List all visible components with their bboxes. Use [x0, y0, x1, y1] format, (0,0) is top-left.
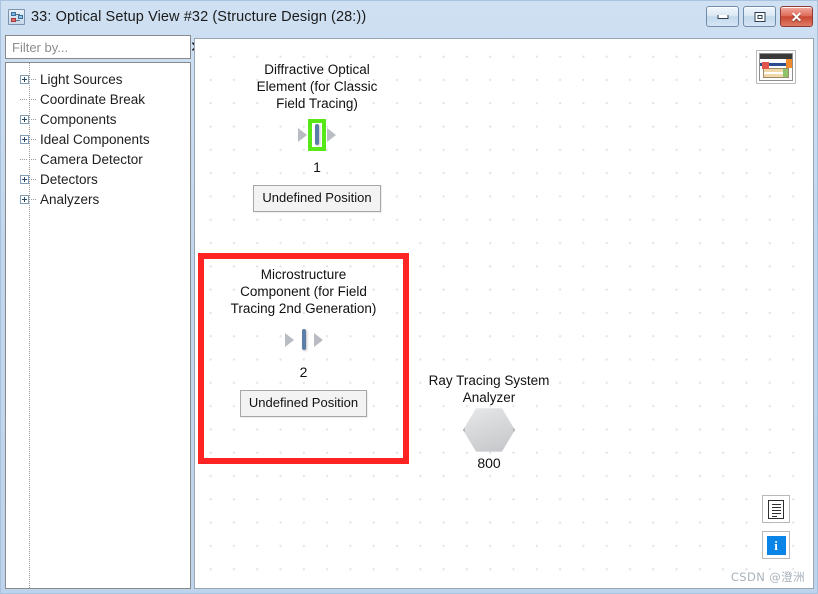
- tree-item-label: Camera Detector: [40, 151, 143, 167]
- node-1-component-box[interactable]: [315, 124, 319, 145]
- expand-plus-icon[interactable]: [20, 74, 29, 84]
- minimize-icon: [717, 14, 728, 19]
- watermark: CSDN @澄洲: [730, 570, 805, 584]
- node-1-shape-row: [217, 112, 417, 158]
- restore-icon: [754, 11, 765, 22]
- node-1-title: Diffractive Optical Element (for Classic…: [256, 62, 378, 111]
- tree-item-ideal-components[interactable]: Ideal Components: [6, 129, 190, 149]
- window-controls: ✕: [706, 6, 813, 27]
- tree-leaf-icon: [20, 95, 29, 104]
- input-port-icon[interactable]: [298, 128, 307, 142]
- window-title: 33: Optical Setup View #32 (Structure De…: [31, 8, 367, 25]
- tree-item-coordinate-break[interactable]: Coordinate Break: [6, 89, 190, 109]
- document-glyph: [768, 499, 784, 519]
- node-1-selection-highlight: [308, 119, 326, 151]
- window-frame: 33: Optical Setup View #32 (Structure De…: [0, 0, 818, 594]
- expand-plus-icon[interactable]: [20, 134, 29, 144]
- tree-item-components[interactable]: Components: [6, 109, 190, 129]
- minimize-button[interactable]: [706, 6, 739, 27]
- node-1-number: 1: [313, 159, 321, 175]
- tree-item-analyzers[interactable]: Analyzers: [6, 189, 190, 209]
- tree-branch-line: [31, 158, 37, 160]
- tree-item-camera-detector[interactable]: Camera Detector: [6, 149, 190, 169]
- analyzer-hexagon[interactable]: [463, 408, 515, 452]
- table-view-icon[interactable]: [756, 50, 796, 84]
- node-800[interactable]: Ray Tracing System Analyzer 800: [399, 372, 579, 471]
- tree-branch-line: [31, 138, 37, 140]
- node-2[interactable]: Microstructure Component (for Field Trac…: [202, 266, 405, 417]
- document-icon[interactable]: [762, 495, 790, 523]
- tree-branch-line: [31, 198, 37, 200]
- tree-item-detectors[interactable]: Detectors: [6, 169, 190, 189]
- title-bar: 33: Optical Setup View #32 (Structure De…: [1, 1, 818, 32]
- tree-leaf-icon: [20, 155, 29, 164]
- node-2-shape-row: [202, 317, 405, 363]
- node-2-title: Microstructure Component (for Field Trac…: [230, 267, 377, 316]
- expand-plus-icon[interactable]: [20, 114, 29, 124]
- info-icon[interactable]: i: [762, 531, 790, 559]
- close-icon: ✕: [790, 8, 803, 25]
- optical-setup-icon: [8, 8, 25, 25]
- table-view-glyph: [759, 53, 793, 81]
- node-2-box-wrap: [299, 328, 309, 352]
- expand-plus-icon[interactable]: [20, 174, 29, 184]
- node-1-position-label[interactable]: Undefined Position: [253, 185, 381, 212]
- expand-plus-icon[interactable]: [20, 194, 29, 204]
- maximize-button[interactable]: [743, 6, 776, 27]
- node-2-component-box[interactable]: [301, 329, 306, 350]
- tree-item-light-sources[interactable]: Light Sources: [6, 69, 190, 89]
- filter-row: ✕: [5, 35, 203, 59]
- optical-setup-window: 33: Optical Setup View #32 (Structure De…: [0, 0, 818, 594]
- tree-item-label: Analyzers: [40, 191, 100, 207]
- tree-branch-line: [31, 178, 37, 180]
- node-800-title: Ray Tracing System Analyzer: [428, 373, 550, 405]
- catalog-panel: ✕ Light Sources Coordinate Break: [5, 35, 203, 589]
- tree-branch-line: [31, 78, 37, 80]
- catalog-tree: Light Sources Coordinate Break Component…: [5, 62, 191, 589]
- input-port-icon[interactable]: [284, 333, 294, 347]
- tree-item-label: Components: [40, 111, 117, 127]
- tree-branch-line: [31, 98, 37, 100]
- output-port-icon[interactable]: [327, 128, 336, 142]
- node-1[interactable]: Diffractive Optical Element (for Classic…: [217, 61, 417, 212]
- node-2-number: 2: [299, 364, 308, 380]
- output-port-icon[interactable]: [313, 333, 323, 347]
- tree-item-label: Detectors: [40, 171, 98, 187]
- tree-branch-line: [31, 118, 37, 120]
- node-800-shape-row: [399, 406, 579, 454]
- node-2-position-label[interactable]: Undefined Position: [239, 390, 368, 417]
- tree-item-label: Coordinate Break: [40, 91, 146, 107]
- close-button[interactable]: ✕: [780, 6, 813, 27]
- node-800-number: 800: [477, 455, 501, 471]
- filter-input[interactable]: [6, 36, 190, 58]
- tree-item-label: Ideal Components: [40, 131, 150, 147]
- optical-setup-canvas[interactable]: Diffractive Optical Element (for Classic…: [194, 38, 814, 589]
- tree-item-label: Light Sources: [40, 71, 123, 87]
- info-glyph: i: [766, 535, 786, 555]
